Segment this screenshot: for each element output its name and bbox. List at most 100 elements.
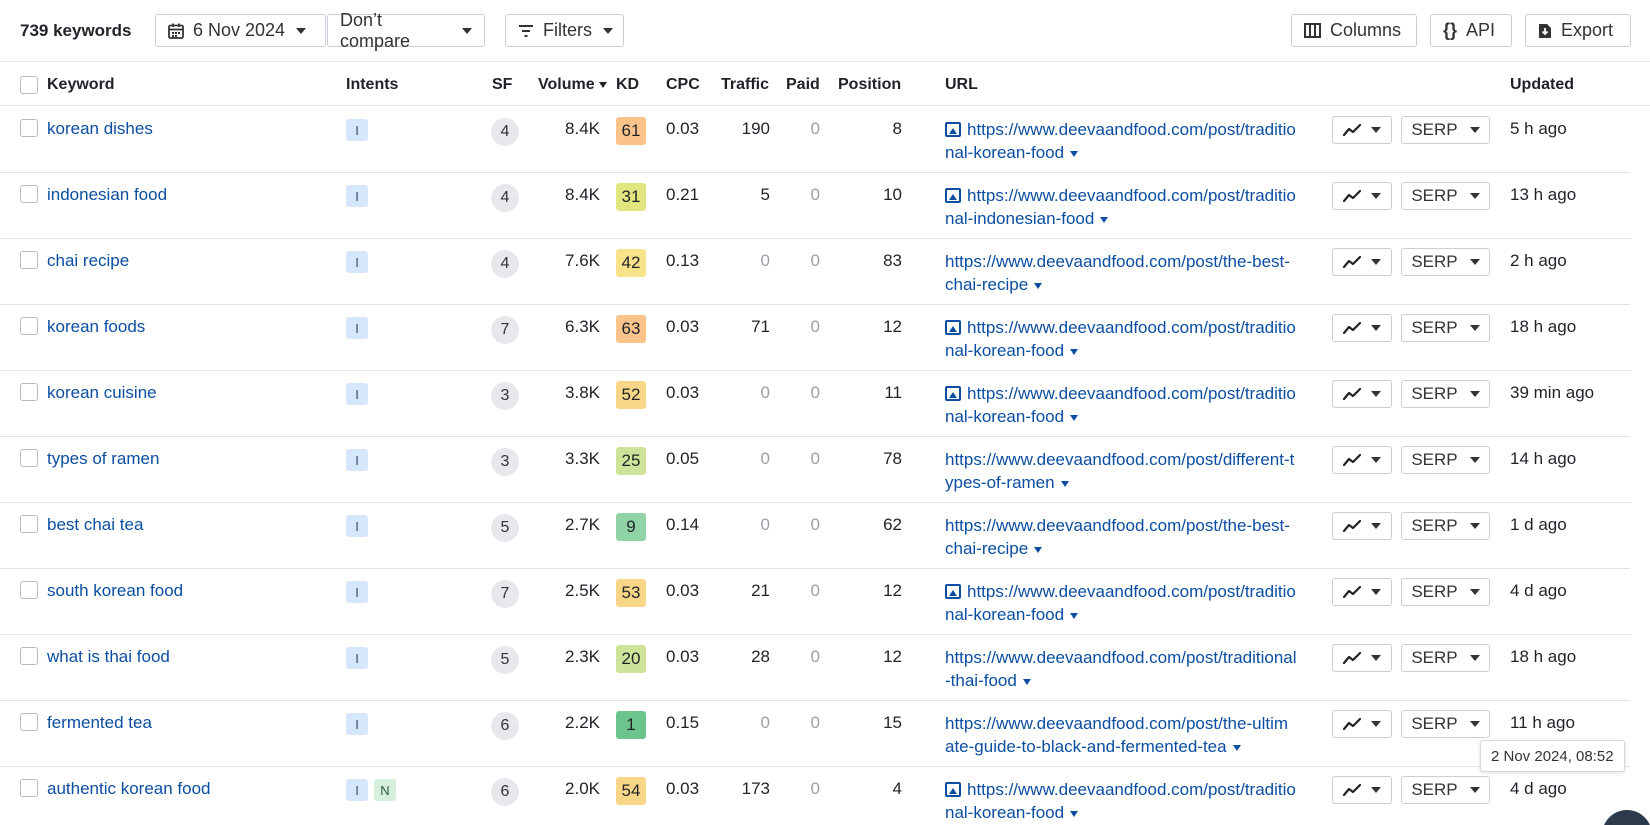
serp-features-count[interactable]: 4 bbox=[491, 184, 519, 212]
ranking-url[interactable]: https://www.deevaandfood.com/post/differ… bbox=[945, 448, 1297, 494]
ranking-url[interactable]: https://www.deevaandfood.com/post/the-be… bbox=[945, 514, 1297, 560]
ranking-url[interactable]: https://www.deevaandfood.com/post/the-ul… bbox=[945, 712, 1297, 758]
row-checkbox[interactable] bbox=[20, 713, 38, 731]
url-text[interactable]: https://www.deevaandfood.com/post/tradit… bbox=[945, 186, 1296, 228]
row-checkbox[interactable] bbox=[20, 647, 38, 665]
serp-features-count[interactable]: 7 bbox=[491, 316, 519, 344]
row-checkbox[interactable] bbox=[20, 119, 38, 137]
serp-features-count[interactable]: 7 bbox=[491, 580, 519, 608]
header-traffic[interactable]: Traffic bbox=[721, 76, 769, 94]
row-checkbox[interactable] bbox=[20, 251, 38, 269]
url-text[interactable]: https://www.deevaandfood.com/post/tradit… bbox=[945, 582, 1296, 624]
serp-button[interactable]: SERP bbox=[1401, 116, 1490, 144]
row-checkbox[interactable] bbox=[20, 515, 38, 533]
header-position[interactable]: Position bbox=[838, 76, 901, 94]
row-checkbox[interactable] bbox=[20, 779, 38, 797]
keyword-link[interactable]: korean foods bbox=[47, 317, 145, 336]
keyword-link[interactable]: korean dishes bbox=[47, 119, 153, 138]
keyword-link[interactable]: fermented tea bbox=[47, 713, 152, 732]
keyword-link[interactable]: korean cuisine bbox=[47, 383, 157, 402]
chevron-down-icon[interactable] bbox=[1070, 414, 1079, 421]
position-history-button[interactable] bbox=[1332, 182, 1392, 210]
serp-button[interactable]: SERP bbox=[1401, 512, 1490, 540]
chevron-down-icon[interactable] bbox=[1034, 546, 1043, 553]
chevron-down-icon[interactable] bbox=[1034, 282, 1043, 289]
position-history-button[interactable] bbox=[1332, 512, 1392, 540]
ranking-url[interactable]: https://www.deevaandfood.com/post/tradit… bbox=[945, 316, 1297, 362]
serp-button[interactable]: SERP bbox=[1401, 380, 1490, 408]
url-text[interactable]: https://www.deevaandfood.com/post/the-be… bbox=[945, 252, 1290, 294]
columns-button[interactable]: Columns bbox=[1291, 14, 1417, 47]
ranking-url[interactable]: https://www.deevaandfood.com/post/tradit… bbox=[945, 580, 1297, 626]
ranking-url[interactable]: https://www.deevaandfood.com/post/tradit… bbox=[945, 382, 1297, 428]
row-checkbox[interactable] bbox=[20, 581, 38, 599]
url-text[interactable]: https://www.deevaandfood.com/post/differ… bbox=[945, 450, 1294, 492]
row-checkbox[interactable] bbox=[20, 317, 38, 335]
keyword-link[interactable]: what is thai food bbox=[47, 647, 170, 666]
position-history-button[interactable] bbox=[1332, 776, 1392, 804]
serp-features-count[interactable]: 6 bbox=[491, 778, 519, 806]
header-updated[interactable]: Updated bbox=[1510, 76, 1574, 94]
ranking-url[interactable]: https://www.deevaandfood.com/post/tradit… bbox=[945, 646, 1297, 692]
filters-button[interactable]: Filters bbox=[505, 14, 624, 47]
serp-features-count[interactable]: 6 bbox=[491, 712, 519, 740]
date-picker-button[interactable]: 6 Nov 2024 bbox=[155, 14, 326, 47]
api-button[interactable]: {} API bbox=[1430, 14, 1512, 47]
chevron-down-icon[interactable] bbox=[1070, 810, 1079, 817]
header-paid[interactable]: Paid bbox=[786, 76, 820, 94]
chevron-down-icon[interactable] bbox=[1232, 744, 1241, 751]
position-history-button[interactable] bbox=[1332, 644, 1392, 672]
url-text[interactable]: https://www.deevaandfood.com/post/tradit… bbox=[945, 648, 1297, 690]
serp-features-count[interactable]: 4 bbox=[491, 118, 519, 146]
position-history-button[interactable] bbox=[1332, 710, 1392, 738]
serp-button[interactable]: SERP bbox=[1401, 182, 1490, 210]
keyword-link[interactable]: authentic korean food bbox=[47, 779, 211, 798]
serp-button[interactable]: SERP bbox=[1401, 314, 1490, 342]
serp-button[interactable]: SERP bbox=[1401, 446, 1490, 474]
export-button[interactable]: Export bbox=[1525, 14, 1631, 47]
position-history-button[interactable] bbox=[1332, 380, 1392, 408]
header-cpc[interactable]: CPC bbox=[666, 76, 700, 94]
chevron-down-icon[interactable] bbox=[1022, 678, 1031, 685]
keyword-link[interactable]: chai recipe bbox=[47, 251, 129, 270]
url-text[interactable]: https://www.deevaandfood.com/post/tradit… bbox=[945, 384, 1296, 426]
position-history-button[interactable] bbox=[1332, 314, 1392, 342]
position-history-button[interactable] bbox=[1332, 116, 1392, 144]
serp-features-count[interactable]: 3 bbox=[491, 448, 519, 476]
position-history-button[interactable] bbox=[1332, 578, 1392, 606]
ranking-url[interactable]: https://www.deevaandfood.com/post/the-be… bbox=[945, 250, 1297, 296]
serp-button[interactable]: SERP bbox=[1401, 578, 1490, 606]
keyword-link[interactable]: south korean food bbox=[47, 581, 183, 600]
row-checkbox[interactable] bbox=[20, 449, 38, 467]
chevron-down-icon[interactable] bbox=[1070, 612, 1079, 619]
compare-dropdown[interactable]: Don’t compare bbox=[327, 10, 485, 51]
ranking-url[interactable]: https://www.deevaandfood.com/post/tradit… bbox=[945, 184, 1297, 230]
header-intents[interactable]: Intents bbox=[346, 76, 398, 94]
keyword-link[interactable]: indonesian food bbox=[47, 185, 167, 204]
url-text[interactable]: https://www.deevaandfood.com/post/tradit… bbox=[945, 318, 1296, 360]
position-history-button[interactable] bbox=[1332, 446, 1392, 474]
url-text[interactable]: https://www.deevaandfood.com/post/tradit… bbox=[945, 120, 1296, 162]
url-text[interactable]: https://www.deevaandfood.com/post/tradit… bbox=[945, 780, 1296, 822]
chevron-down-icon[interactable] bbox=[1060, 480, 1069, 487]
chevron-down-icon[interactable] bbox=[1070, 150, 1079, 157]
row-checkbox[interactable] bbox=[20, 383, 38, 401]
serp-features-count[interactable]: 4 bbox=[491, 250, 519, 278]
row-checkbox[interactable] bbox=[20, 185, 38, 203]
serp-button[interactable]: SERP bbox=[1401, 248, 1490, 276]
header-keyword[interactable]: Keyword bbox=[47, 76, 115, 94]
select-all-checkbox[interactable] bbox=[20, 76, 38, 94]
ranking-url[interactable]: https://www.deevaandfood.com/post/tradit… bbox=[945, 778, 1297, 824]
serp-button[interactable]: SERP bbox=[1401, 710, 1490, 738]
ranking-url[interactable]: https://www.deevaandfood.com/post/tradit… bbox=[945, 118, 1297, 164]
serp-button[interactable]: SERP bbox=[1401, 776, 1490, 804]
header-volume[interactable]: Volume bbox=[538, 76, 607, 94]
header-url[interactable]: URL bbox=[945, 76, 978, 94]
serp-features-count[interactable]: 3 bbox=[491, 382, 519, 410]
header-kd[interactable]: KD bbox=[616, 76, 639, 94]
chevron-down-icon[interactable] bbox=[1100, 216, 1109, 223]
keyword-link[interactable]: best chai tea bbox=[47, 515, 143, 534]
serp-features-count[interactable]: 5 bbox=[491, 514, 519, 542]
chevron-down-icon[interactable] bbox=[1070, 348, 1079, 355]
keyword-link[interactable]: types of ramen bbox=[47, 449, 159, 468]
